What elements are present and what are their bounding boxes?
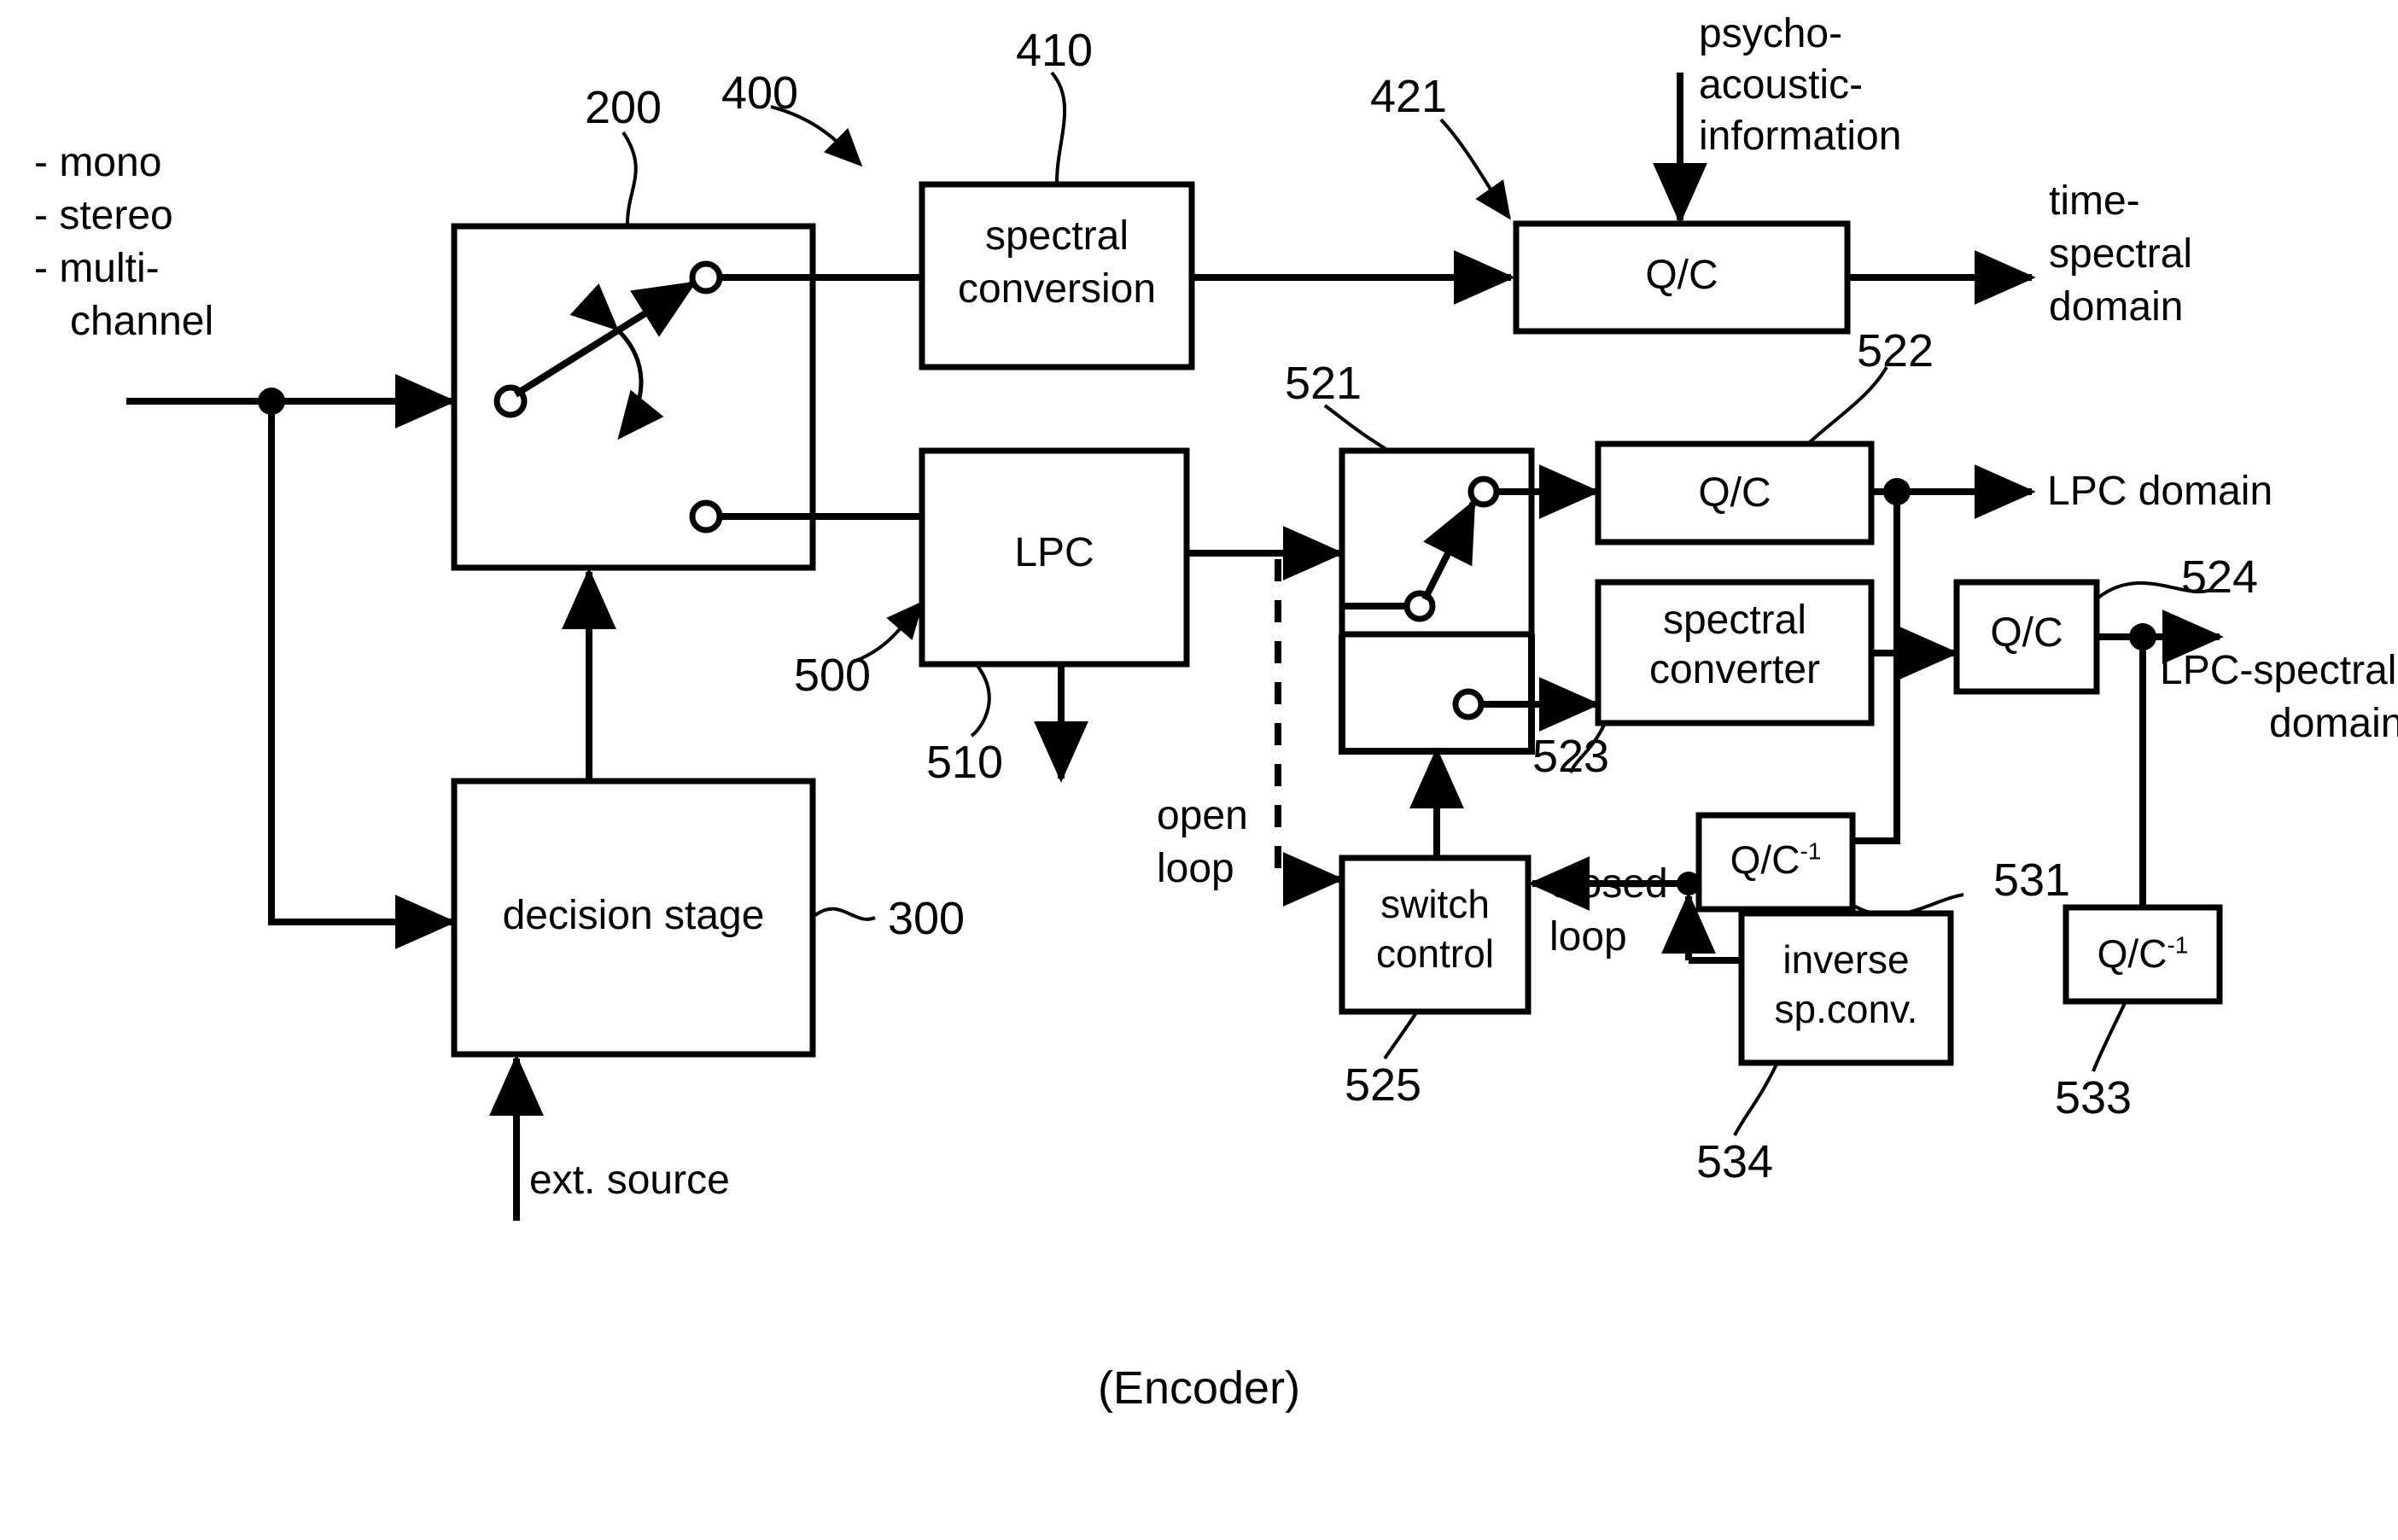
- qc-522-label: Q/C: [1698, 470, 1771, 516]
- switch-block-521[interactable]: [1339, 447, 1601, 858]
- inverse-spconv-label: inverse sp.conv.: [1742, 935, 1951, 1034]
- psychoacoustic-information-label: psycho- acoustic- information: [1699, 9, 1901, 162]
- psychoacoustic-line2: acoustic-: [1699, 62, 1864, 108]
- open-loop-line2: loop: [1157, 846, 1234, 891]
- figure-canvas: - mono - stereo - multi- channel 200 400…: [0, 0, 2398, 1540]
- spectral-converter-label-line1: spectral: [1662, 598, 1807, 643]
- inverse-spconv-label-line2: sp.conv.: [1774, 987, 1918, 1031]
- ref-number-523: 523: [1532, 731, 1610, 782]
- switch-block-200[interactable]: [451, 223, 922, 854]
- ref-number-500: 500: [793, 650, 872, 701]
- switch-control-label-line2: control: [1375, 931, 1495, 976]
- qc-inverse-531-exponent: -1: [1800, 837, 1822, 865]
- ref-number-410: 410: [1015, 25, 1094, 76]
- inverse-spconv-label-line1: inverse: [1782, 937, 1910, 982]
- ref-number-525: 525: [1344, 1059, 1422, 1111]
- switch-control-label-line1: switch: [1380, 882, 1490, 926]
- switch-200-lower-contact: [689, 499, 723, 534]
- time-spectral-line2: spectral: [2049, 231, 2193, 277]
- ref-534-leader: [1733, 1062, 1779, 1136]
- input-list-item-multi: - multi-: [34, 246, 160, 291]
- lpc-spectral-line2: domain: [2269, 701, 2398, 746]
- ref-number-510: 510: [925, 737, 1004, 788]
- lpc-label: LPC: [1014, 530, 1094, 575]
- ref-200-leader: [621, 131, 638, 225]
- spectral-conversion-label: spectral conversion: [922, 210, 1192, 316]
- time-spectral-line1: time-: [2049, 178, 2140, 224]
- input-list-item-channel: channel: [70, 299, 214, 344]
- output-label-lpc-spectral-domain: LPC-spectral domain: [2160, 645, 2398, 750]
- spectral-converter-label: spectral converter: [1598, 596, 1871, 695]
- input-list-item-mono: - mono: [34, 140, 162, 185]
- open-loop-label: open loop: [1157, 790, 1248, 895]
- ref-number-534: 534: [1695, 1136, 1774, 1187]
- ref-410-leader: [1050, 71, 1067, 183]
- switch-200-upper-contact: [689, 260, 723, 295]
- ref-number-300: 300: [887, 893, 966, 944]
- ref-521-leader: [1323, 404, 1389, 452]
- input-signal-list: - mono - stereo - multi- channel: [34, 137, 213, 348]
- ref-533-leader: [2092, 1000, 2127, 1072]
- open-loop-line1: open: [1157, 793, 1248, 838]
- ref-421-leader: [1439, 118, 1511, 220]
- input-bus: [126, 374, 457, 949]
- ext-source-label: ext. source: [529, 1158, 730, 1203]
- spectral-conversion-label-line1: spectral: [984, 213, 1129, 259]
- output-label-time-spectral-domain: time- spectral domain: [2049, 175, 2192, 334]
- ref-number-524: 524: [2180, 551, 2259, 603]
- ref-number-533: 533: [2054, 1072, 2133, 1123]
- closed-loop-line2: loop: [1549, 914, 1627, 960]
- ref-number-522: 522: [1856, 325, 1934, 376]
- qc-421-label: Q/C: [1645, 253, 1718, 298]
- ref-510-leader: [970, 664, 991, 738]
- input-list-item-stereo: - stereo: [34, 193, 173, 238]
- ref-522-leader: [1808, 366, 1888, 444]
- spectral-converter-label-line2: converter: [1648, 647, 1821, 692]
- switch-control-label: switch control: [1342, 879, 1528, 978]
- output-label-lpc-domain: LPC domain: [2047, 469, 2273, 514]
- ref-number-521: 521: [1284, 358, 1362, 409]
- qc-inverse-533-base: Q/C: [2097, 931, 2168, 976]
- qc-524-label: Q/C: [1990, 610, 2063, 656]
- closed-loop-label: closed loop: [1549, 858, 1668, 964]
- decision-stage-label: decision stage: [502, 893, 765, 938]
- qc-inverse-533-label: Q/C-1: [2066, 930, 2220, 977]
- encoder-block-diagram: [126, 71, 2224, 1221]
- ref-number-200: 200: [584, 82, 662, 133]
- switch-521-upper-contact: [1467, 475, 1500, 508]
- closed-loop-line1: closed: [1549, 861, 1668, 907]
- ref-525-leader: [1383, 1010, 1419, 1060]
- qc-inverse-531-base: Q/C: [1730, 837, 1800, 882]
- lpc-spectral-line1: LPC-spectral: [2160, 648, 2397, 693]
- psychoacoustic-line1: psycho-: [1699, 11, 1843, 56]
- spectral-conversion-label-line2: conversion: [957, 266, 1157, 312]
- ref-number-421: 421: [1369, 71, 1448, 122]
- ref-number-531: 531: [1992, 855, 2071, 906]
- open-loop-path: [1275, 559, 1345, 907]
- ref-number-400: 400: [721, 67, 799, 119]
- qc-inverse-533-exponent: -1: [2167, 931, 2189, 959]
- qc-inverse-531-label: Q/C-1: [1699, 837, 1852, 883]
- figure-caption: (Encoder): [1097, 1362, 1301, 1414]
- psychoacoustic-line3: information: [1699, 114, 1902, 159]
- time-spectral-line3: domain: [2049, 284, 2184, 330]
- decision-stage-block-300[interactable]: [451, 778, 816, 1221]
- switch-521-lower-contact: [1452, 688, 1485, 720]
